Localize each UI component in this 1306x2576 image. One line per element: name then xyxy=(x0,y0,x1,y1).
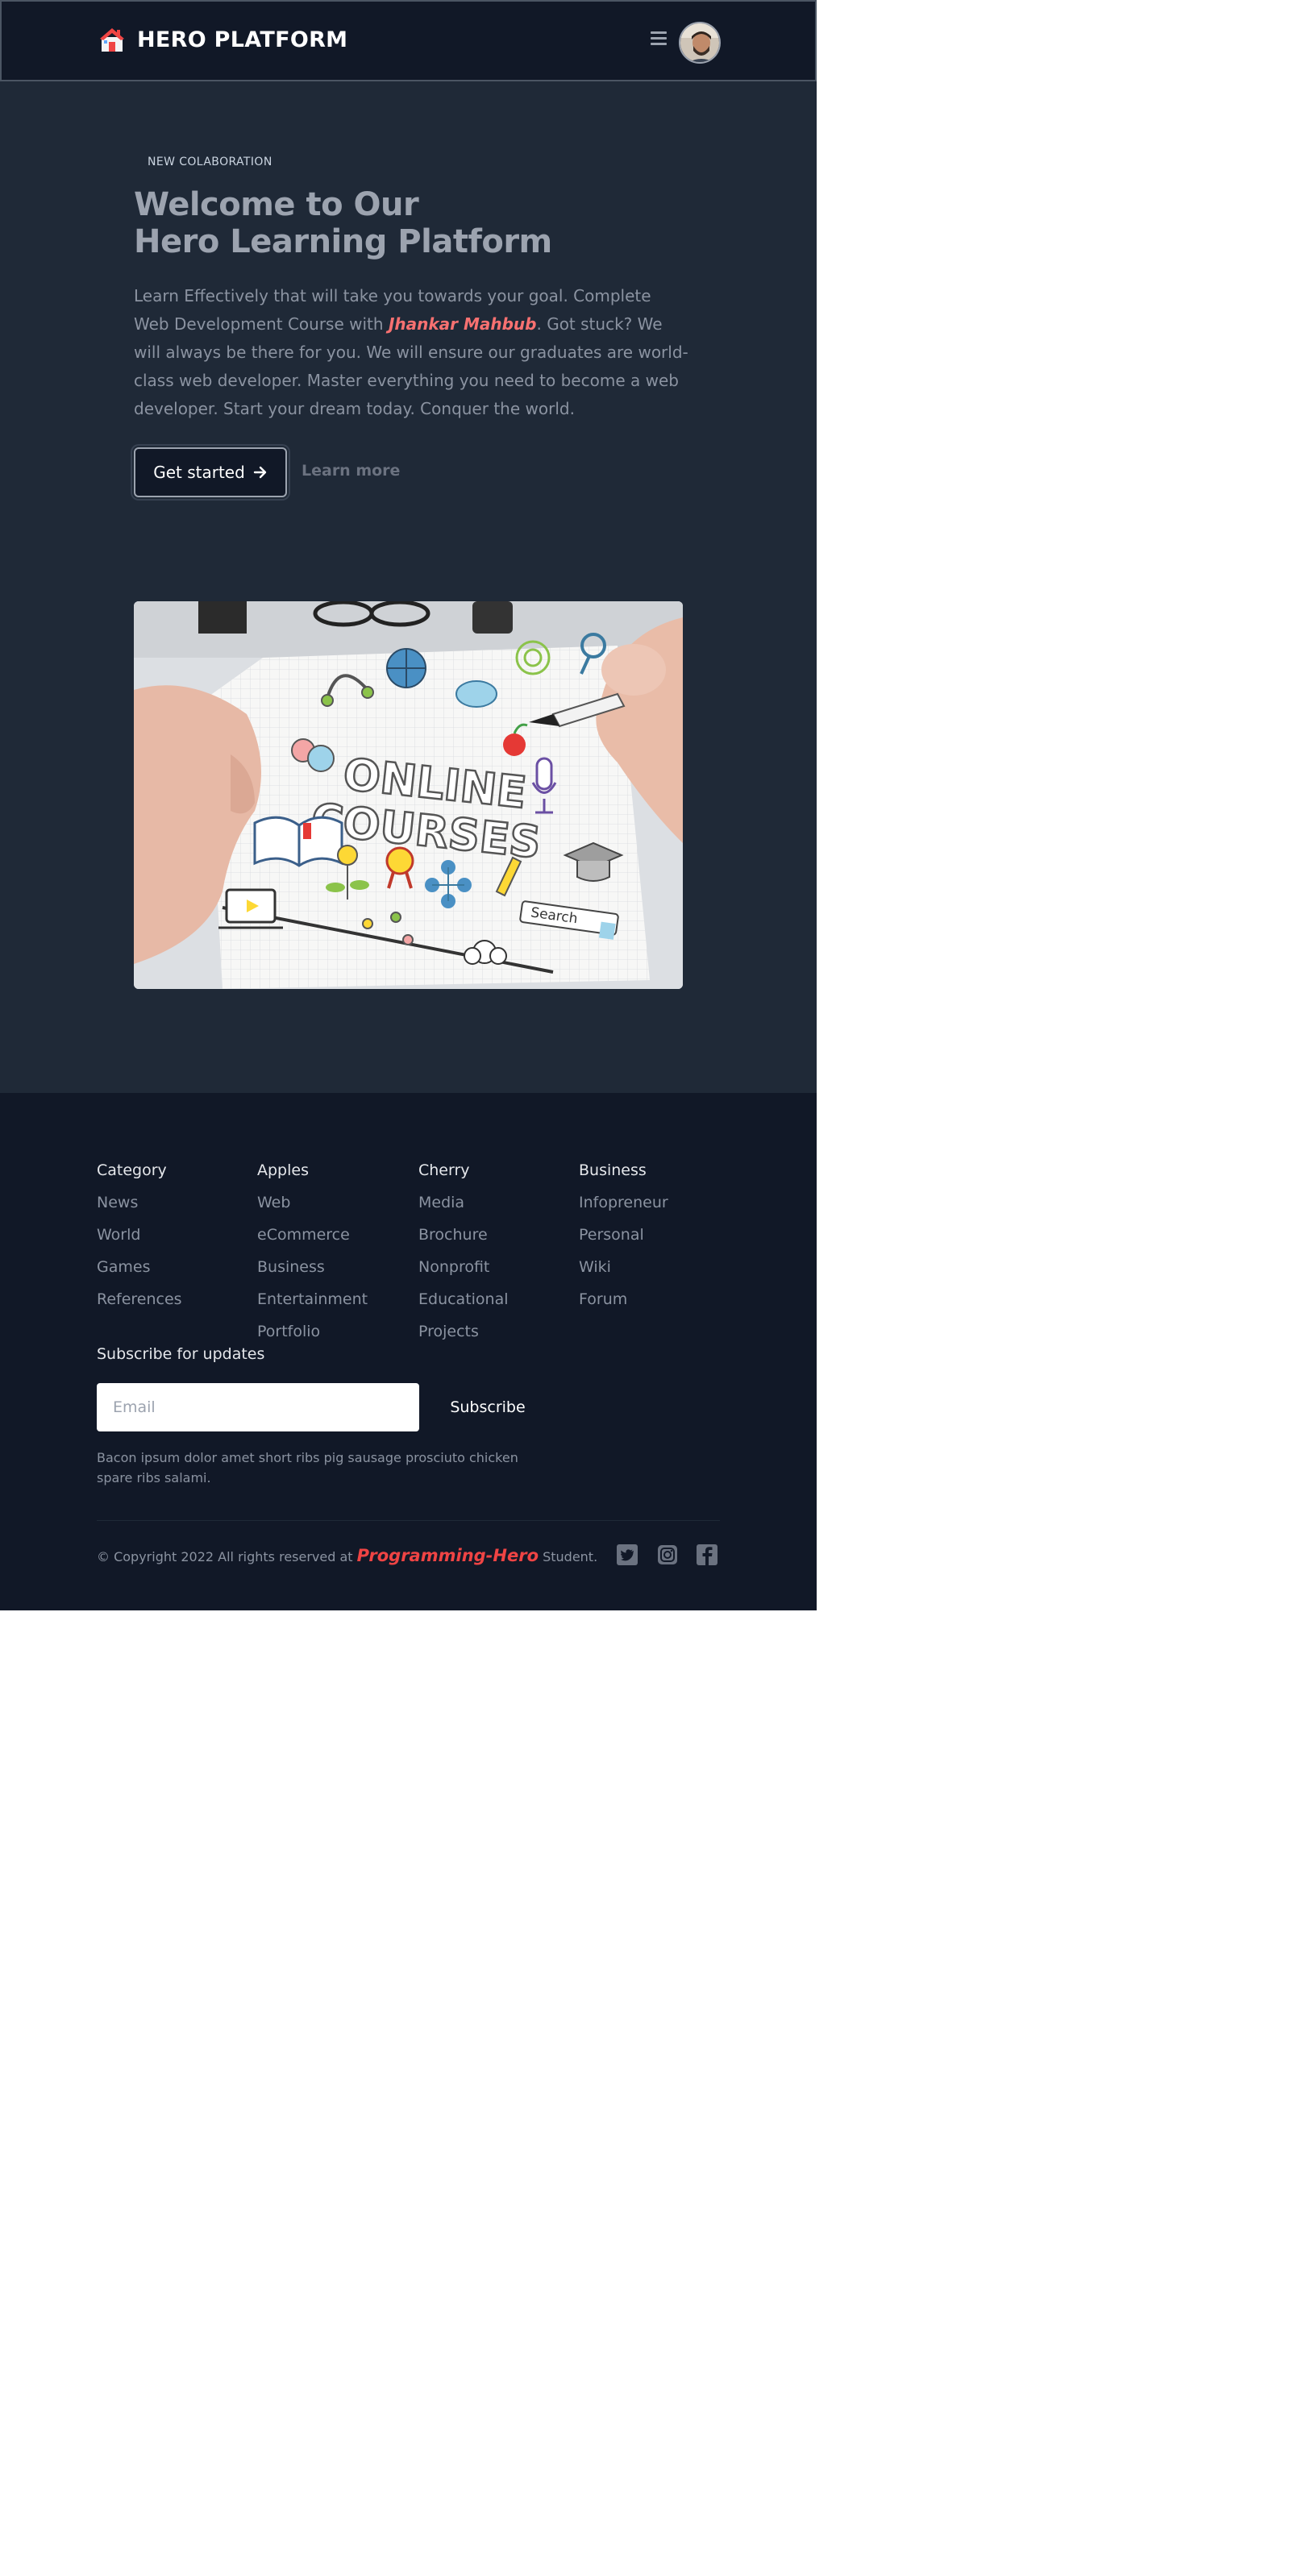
footer-link-portfolio[interactable]: Portfolio xyxy=(257,1321,368,1353)
hero-title: Welcome to Our Hero Learning Platform xyxy=(134,186,552,260)
facebook-icon[interactable] xyxy=(695,1543,719,1567)
collaboration-badge: NEW COLABORATION xyxy=(135,152,285,172)
footer-link-media[interactable]: Media xyxy=(418,1192,509,1224)
subscribe-button[interactable]: Subscribe xyxy=(427,1383,548,1431)
user-avatar-icon xyxy=(680,23,719,62)
footer-column-business: Business Infopreneur Personal Wiki Forum xyxy=(579,1160,668,1321)
instructor-name: Jhankar Mahbub xyxy=(388,314,537,334)
email-input[interactable] xyxy=(97,1383,419,1431)
footer-column-category: Category News World Games References xyxy=(97,1160,182,1321)
hero-section: NEW COLABORATION Welcome to Our Hero Lea… xyxy=(0,81,817,1093)
footer-link-web[interactable]: Web xyxy=(257,1192,368,1224)
footer-link-wiki[interactable]: Wiki xyxy=(579,1257,668,1289)
instagram-icon[interactable] xyxy=(655,1543,680,1567)
footer-column-title: Apples xyxy=(257,1161,309,1179)
online-courses-image: ONLINE COURSES Search xyxy=(134,601,683,989)
subscribe-note: Bacon ipsum dolor amet short ribs pig sa… xyxy=(97,1450,518,1485)
footer-column-cherry: Cherry Media Brochure Nonprofit Educatio… xyxy=(418,1160,509,1353)
footer-column-apples: Apples Web eCommerce Business Entertainm… xyxy=(257,1160,368,1353)
footer-link-entertainment[interactable]: Entertainment xyxy=(257,1289,368,1321)
get-started-button[interactable]: Get started xyxy=(134,447,287,497)
footer-link-games[interactable]: Games xyxy=(97,1257,182,1289)
footer-link-infopreneur[interactable]: Infopreneur xyxy=(579,1192,668,1224)
footer-link-personal[interactable]: Personal xyxy=(579,1224,668,1257)
brand-name: HERO PLATFORM xyxy=(137,27,348,52)
footer-column-title: Business xyxy=(579,1161,647,1179)
subscribe-title: Subscribe for updates xyxy=(97,1345,265,1363)
footer-link-news[interactable]: News xyxy=(97,1192,182,1224)
house-icon xyxy=(100,28,124,52)
online-courses-illustration: ONLINE COURSES Search xyxy=(134,601,683,989)
hero-title-line2: Hero Learning Platform xyxy=(134,223,552,260)
footer-link-educational[interactable]: Educational xyxy=(418,1289,509,1321)
footer-link-projects[interactable]: Projects xyxy=(418,1321,509,1353)
footer-link-world[interactable]: World xyxy=(97,1224,182,1257)
footer-column-title: Category xyxy=(97,1161,167,1179)
footer-link-ecommerce[interactable]: eCommerce xyxy=(257,1224,368,1257)
footer: Category News World Games References App… xyxy=(0,1093,817,1610)
arrow-right-icon xyxy=(253,466,266,479)
get-started-label: Get started xyxy=(153,463,245,482)
footer-divider xyxy=(97,1520,720,1521)
footer-link-references[interactable]: References xyxy=(97,1289,182,1321)
footer-link-forum[interactable]: Forum xyxy=(579,1289,668,1321)
copyright-start: © Copyright 2022 All rights reserved at xyxy=(97,1549,357,1564)
copyright-end: Student. xyxy=(539,1549,598,1564)
learn-more-link[interactable]: Learn more xyxy=(302,462,400,480)
twitter-icon[interactable] xyxy=(615,1543,639,1567)
programming-hero-link[interactable]: Programming-Hero xyxy=(357,1546,539,1565)
avatar[interactable] xyxy=(679,22,721,64)
hamburger-menu-icon[interactable] xyxy=(651,31,667,46)
brand-logo-link[interactable]: HERO PLATFORM xyxy=(98,26,347,53)
copyright-text: © Copyright 2022 All rights reserved at … xyxy=(97,1544,597,1568)
footer-link-business[interactable]: Business xyxy=(257,1257,368,1289)
hero-description: Learn Effectively that will take you tow… xyxy=(134,282,690,423)
page: HERO PLATFORM NEW COLABORATION Welcome t… xyxy=(0,0,817,1610)
hero-title-line1: Welcome to Our xyxy=(134,186,419,223)
footer-column-title: Cherry xyxy=(418,1161,470,1179)
top-navbar: HERO PLATFORM xyxy=(0,0,817,81)
footer-link-nonprofit[interactable]: Nonprofit xyxy=(418,1257,509,1289)
footer-link-brochure[interactable]: Brochure xyxy=(418,1224,509,1257)
